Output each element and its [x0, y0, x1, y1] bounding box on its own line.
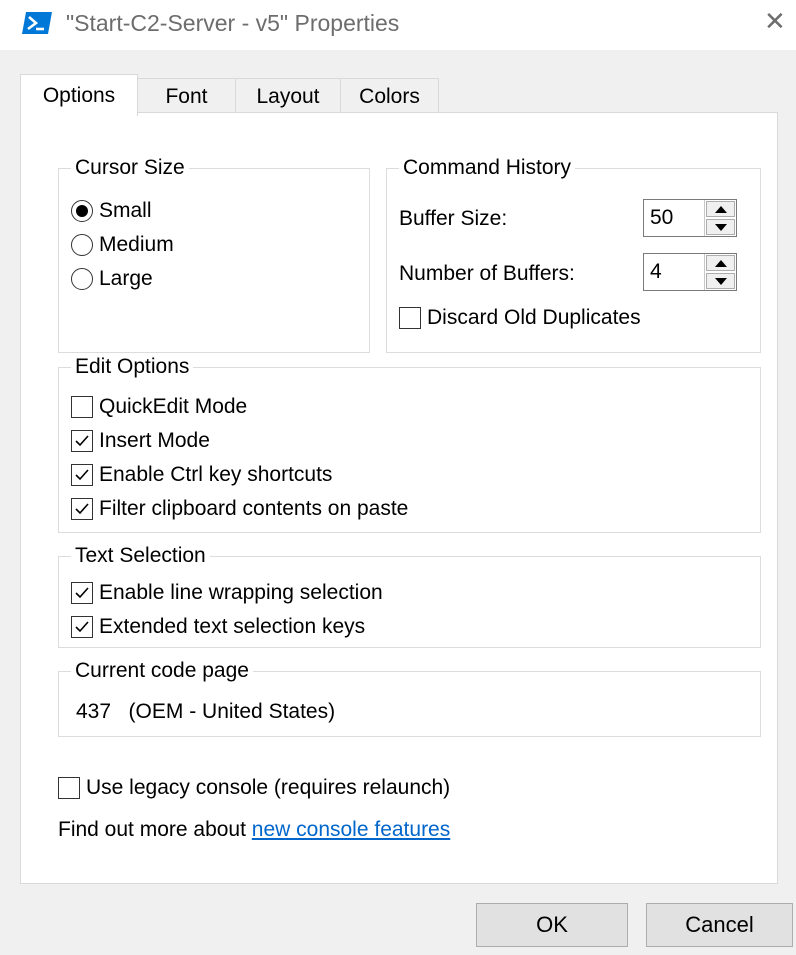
command-history-title: Command History: [399, 155, 576, 181]
enable-line-wrapping-checkbox[interactable]: Enable line wrapping selection: [71, 581, 383, 605]
buffer-size-value[interactable]: 50: [644, 200, 704, 236]
number-of-buffers-spinner[interactable]: 4: [643, 253, 737, 291]
checkmark-icon: [75, 621, 89, 633]
checkbox[interactable]: [71, 430, 93, 452]
tab-font-label: Font: [165, 84, 208, 108]
cursor-size-small-label: Small: [99, 199, 152, 222]
arrow-up-icon[interactable]: [706, 201, 735, 217]
cursor-size-title: Cursor Size: [71, 155, 189, 181]
arrow-down-icon[interactable]: [706, 219, 735, 235]
extended-text-selection-label: Extended text selection keys: [99, 615, 366, 638]
code-page-title: Current code page: [71, 658, 253, 684]
arrow-up-icon[interactable]: [706, 255, 735, 271]
radio-button[interactable]: [71, 200, 93, 222]
tab-options[interactable]: Options: [20, 74, 138, 116]
find-out-more-text: Find out more about: [58, 818, 252, 841]
checkmark-icon: [75, 587, 89, 599]
number-of-buffers-label: Number of Buffers:: [399, 262, 575, 285]
title-bar: "Start-C2-Server - v5" Properties ✕: [0, 0, 796, 50]
checkbox[interactable]: [71, 464, 93, 486]
tab-layout-label: Layout: [256, 84, 320, 108]
cancel-button-label: Cancel: [685, 912, 754, 937]
tab-options-label: Options: [42, 83, 116, 107]
powershell-icon: [22, 12, 52, 34]
checkbox[interactable]: [399, 307, 421, 329]
checkmark-icon: [75, 435, 89, 447]
quickedit-mode-label: QuickEdit Mode: [99, 395, 248, 418]
insert-mode-checkbox[interactable]: Insert Mode: [71, 429, 210, 453]
arrow-down-icon[interactable]: [706, 273, 735, 289]
radio-button[interactable]: [71, 268, 93, 290]
checkbox[interactable]: [71, 396, 93, 418]
cursor-size-large-radio[interactable]: Large: [71, 267, 153, 291]
cursor-size-small-radio[interactable]: Small: [71, 199, 152, 223]
find-out-more: Find out more about new console features: [58, 818, 450, 842]
edit-options-group: Edit Options QuickEdit Mode Insert Mode …: [58, 354, 761, 533]
window-title: "Start-C2-Server - v5" Properties: [66, 10, 400, 36]
close-icon[interactable]: ✕: [764, 8, 786, 34]
tab-layout[interactable]: Layout: [235, 78, 341, 114]
buffer-size-spinner[interactable]: 50: [643, 199, 737, 237]
ok-button-label: OK: [536, 912, 568, 937]
checkmark-icon: [75, 503, 89, 515]
edit-options-title: Edit Options: [71, 354, 194, 380]
buffer-size-label: Buffer Size:: [399, 207, 508, 230]
insert-mode-label: Insert Mode: [99, 429, 210, 452]
cursor-size-group: Cursor Size Small Medium Large: [58, 155, 370, 353]
new-console-features-link[interactable]: new console features: [252, 818, 450, 841]
text-selection-group: Text Selection Enable line wrapping sele…: [58, 543, 761, 648]
quickedit-mode-checkbox[interactable]: QuickEdit Mode: [71, 395, 247, 419]
cursor-size-medium-radio[interactable]: Medium: [71, 233, 174, 257]
discard-old-duplicates-label: Discard Old Duplicates: [427, 306, 641, 329]
enable-ctrl-key-shortcuts-label: Enable Ctrl key shortcuts: [99, 463, 333, 486]
tab-colors-label: Colors: [359, 84, 420, 108]
code-page-value: 437 (OEM - United States): [76, 700, 336, 723]
radio-selected-dot: [76, 205, 88, 217]
extended-text-selection-checkbox[interactable]: Extended text selection keys: [71, 615, 365, 639]
discard-old-duplicates-checkbox[interactable]: Discard Old Duplicates: [399, 306, 641, 330]
enable-line-wrapping-label: Enable line wrapping selection: [99, 581, 383, 604]
tab-colors[interactable]: Colors: [340, 78, 439, 114]
cursor-size-large-label: Large: [99, 267, 153, 290]
filter-clipboard-checkbox[interactable]: Filter clipboard contents on paste: [71, 497, 408, 521]
legacy-console-checkbox[interactable]: Use legacy console (requires relaunch): [58, 776, 450, 800]
checkbox[interactable]: [58, 777, 80, 799]
checkbox[interactable]: [71, 498, 93, 520]
enable-ctrl-key-shortcuts-checkbox[interactable]: Enable Ctrl key shortcuts: [71, 463, 332, 487]
filter-clipboard-label: Filter clipboard contents on paste: [99, 497, 409, 520]
legacy-console-label: Use legacy console (requires relaunch): [86, 776, 451, 799]
cancel-button[interactable]: Cancel: [646, 903, 793, 947]
text-selection-title: Text Selection: [71, 543, 210, 569]
number-of-buffers-value[interactable]: 4: [644, 254, 704, 290]
buffer-size-spin-buttons: [704, 200, 736, 236]
tab-font[interactable]: Font: [137, 78, 236, 114]
checkbox[interactable]: [71, 582, 93, 604]
checkbox[interactable]: [71, 616, 93, 638]
options-panel: Cursor Size Small Medium Large Command H…: [20, 112, 778, 884]
checkmark-icon: [75, 469, 89, 481]
code-page-group: Current code page 437 (OEM - United Stat…: [58, 658, 761, 737]
command-history-group: Command History Buffer Size: 50 Number o…: [386, 155, 761, 353]
cursor-size-medium-label: Medium: [99, 233, 174, 256]
ok-button[interactable]: OK: [476, 903, 628, 947]
number-of-buffers-spin-buttons: [704, 254, 736, 290]
radio-button[interactable]: [71, 234, 93, 256]
